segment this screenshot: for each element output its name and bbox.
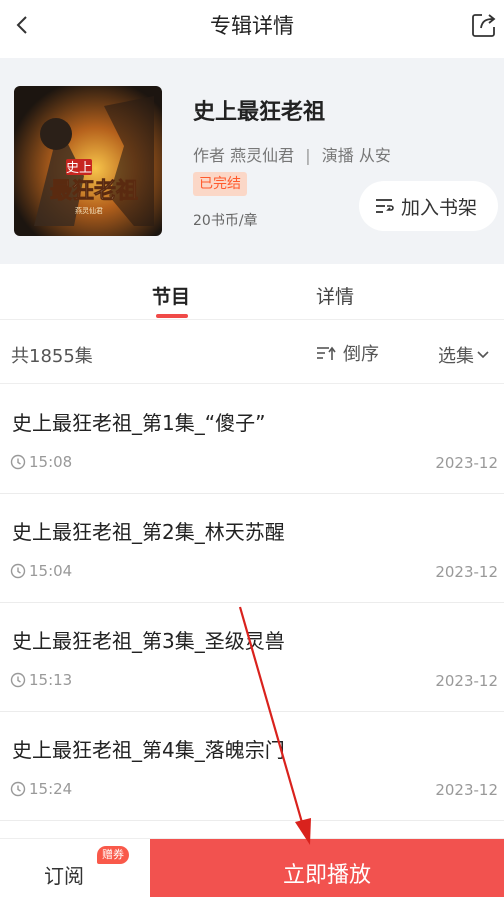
album-meta: 作者 燕灵仙君 | 演播 从安 bbox=[193, 142, 391, 166]
episode-title: 史上最狂老祖_第1集_“傻子” bbox=[12, 411, 266, 435]
cover-title-top: 史上 bbox=[66, 161, 92, 176]
duration-text: 15:24 bbox=[29, 780, 73, 798]
narrator-name[interactable]: 从安 bbox=[359, 146, 391, 165]
bookshelf-icon bbox=[376, 199, 394, 213]
episode-date: 2023-12 bbox=[435, 672, 498, 690]
album-info-card: 史上 最狂老祖 燕灵仙君 史上最狂老祖 作者 燕灵仙君 | 演播 从安 已完结 … bbox=[0, 58, 504, 264]
bottom-action-bar: 订阅 赠券 立即播放 bbox=[0, 838, 504, 897]
page-title: 专辑详情 bbox=[210, 14, 294, 38]
clock-icon bbox=[10, 781, 26, 797]
author-name[interactable]: 燕灵仙君 bbox=[230, 146, 294, 165]
album-title: 史上最狂老祖 bbox=[193, 100, 326, 125]
tab-bar: 节目 详情 bbox=[0, 264, 504, 320]
episode-duration: 15:13 bbox=[10, 671, 72, 689]
chevron-down-icon bbox=[477, 351, 489, 359]
author-label: 作者 bbox=[193, 146, 226, 165]
duration-text: 15:08 bbox=[29, 453, 73, 471]
tab-programs[interactable]: 节目 bbox=[152, 282, 190, 309]
share-icon[interactable] bbox=[470, 11, 498, 39]
clock-icon bbox=[10, 563, 26, 579]
episode-title: 史上最狂老祖_第3集_圣级灵兽 bbox=[12, 629, 285, 653]
clock-icon bbox=[10, 672, 26, 688]
active-tab-indicator bbox=[156, 314, 188, 318]
play-now-label: 立即播放 bbox=[282, 863, 371, 888]
gift-coupon-badge: 赠券 bbox=[97, 846, 129, 864]
episode-date: 2023-12 bbox=[435, 781, 498, 799]
episode-duration: 15:04 bbox=[10, 562, 72, 580]
episode-duration: 15:08 bbox=[10, 453, 72, 471]
duration-text: 15:04 bbox=[29, 562, 73, 580]
play-now-button[interactable]: 立即播放 bbox=[150, 839, 504, 897]
subscribe-label: 订阅 bbox=[44, 864, 84, 888]
add-to-shelf-button[interactable]: 加入书架 bbox=[359, 181, 498, 231]
episode-duration: 15:24 bbox=[10, 780, 72, 798]
narrator-label: 演播 bbox=[321, 146, 354, 165]
meta-divider: | bbox=[305, 146, 311, 165]
sort-order-button[interactable]: 倒序 bbox=[315, 340, 379, 366]
duration-text: 15:13 bbox=[29, 671, 73, 689]
album-cover-art: 史上 最狂老祖 燕灵仙君 bbox=[14, 86, 162, 236]
episode-row[interactable]: 史上最狂老祖_第3集_圣级灵兽 15:13 2023-12 bbox=[0, 603, 504, 712]
episode-title: 史上最狂老祖_第4集_落魄宗门 bbox=[12, 738, 285, 762]
subscribe-button[interactable]: 订阅 赠券 bbox=[0, 839, 150, 897]
sort-order-label: 倒序 bbox=[343, 344, 379, 365]
episode-row[interactable]: 史上最狂老祖_第4集_落魄宗门 15:24 2023-12 bbox=[0, 712, 504, 821]
clock-icon bbox=[10, 454, 26, 470]
select-episodes-button[interactable]: 选集 bbox=[438, 342, 492, 368]
episode-date: 2023-12 bbox=[435, 563, 498, 581]
episode-list-header: 共1855集 倒序 选集 bbox=[0, 322, 504, 384]
top-nav-bar: 专辑详情 bbox=[0, 0, 504, 52]
status-badge: 已完结 bbox=[193, 172, 247, 196]
episode-date: 2023-12 bbox=[435, 454, 498, 472]
episode-count: 共1855集 bbox=[11, 346, 93, 367]
add-to-shelf-label: 加入书架 bbox=[401, 196, 478, 219]
tab-details[interactable]: 详情 bbox=[316, 282, 354, 309]
cover-title-main: 最狂老祖 bbox=[50, 178, 138, 204]
select-episodes-label: 选集 bbox=[438, 346, 474, 367]
album-cover[interactable]: 史上 最狂老祖 燕灵仙君 bbox=[14, 86, 162, 236]
price-text: 20书币/章 bbox=[193, 213, 258, 229]
episode-row[interactable]: 史上最狂老祖_第2集_林天苏醒 15:04 2023-12 bbox=[0, 494, 504, 603]
cover-author: 燕灵仙君 bbox=[75, 206, 103, 215]
episode-row[interactable]: 史上最狂老祖_第1集_“傻子” 15:08 2023-12 bbox=[0, 385, 504, 494]
sort-icon bbox=[317, 346, 336, 360]
episode-title: 史上最狂老祖_第2集_林天苏醒 bbox=[12, 520, 285, 544]
